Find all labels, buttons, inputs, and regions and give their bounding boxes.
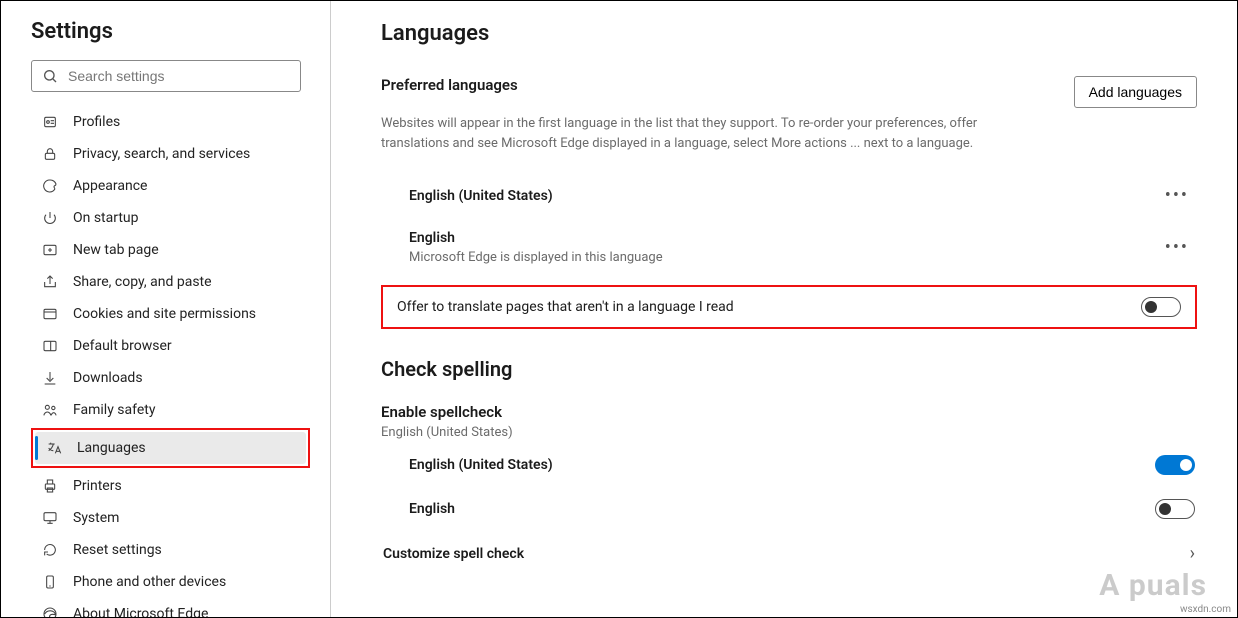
appearance-icon xyxy=(41,178,59,194)
nav-label: Printers xyxy=(73,478,122,494)
spellcheck-language-row: English xyxy=(381,487,1197,531)
watermark-text: wsxdn.com xyxy=(1180,604,1231,615)
spellcheck-language-name: English xyxy=(409,501,455,517)
settings-nav: Profiles Privacy, search, and services A… xyxy=(31,106,310,617)
nav-highlight-box: Languages xyxy=(31,428,310,468)
languages-icon xyxy=(45,440,63,456)
translate-highlight-box: Offer to translate pages that aren't in … xyxy=(381,285,1197,329)
spellcheck-toggle[interactable] xyxy=(1155,455,1195,475)
share-icon xyxy=(41,274,59,290)
nav-default-browser[interactable]: Default browser xyxy=(31,330,310,362)
translate-toggle-label: Offer to translate pages that aren't in … xyxy=(397,299,734,315)
nav-label: Languages xyxy=(77,440,146,456)
nav-languages[interactable]: Languages xyxy=(35,432,306,464)
settings-sidebar: Settings Profiles Privacy, search, and s… xyxy=(1,1,331,617)
nav-printers[interactable]: Printers xyxy=(31,470,310,502)
nav-label: New tab page xyxy=(73,242,159,258)
nav-label: Cookies and site permissions xyxy=(73,306,256,322)
nav-label: System xyxy=(73,510,119,526)
nav-cookies[interactable]: Cookies and site permissions xyxy=(31,298,310,330)
printer-icon xyxy=(41,478,59,494)
chevron-right-icon: › xyxy=(1190,543,1195,564)
enable-spellcheck-header: Enable spellcheck English (United States… xyxy=(381,403,1197,440)
edge-icon xyxy=(41,606,59,617)
language-subtext: Microsoft Edge is displayed in this lang… xyxy=(409,250,663,265)
language-row: English (United States) ••• xyxy=(381,171,1197,220)
nav-system[interactable]: System xyxy=(31,502,310,534)
spellcheck-language-name: English (United States) xyxy=(409,457,553,473)
enable-spellcheck-sub: English (United States) xyxy=(381,425,1197,440)
nav-label: Phone and other devices xyxy=(73,574,226,590)
browser-icon xyxy=(41,338,59,354)
search-input[interactable] xyxy=(68,68,290,84)
more-actions-icon[interactable]: ••• xyxy=(1157,181,1197,210)
language-name: English (United States) xyxy=(409,188,553,204)
download-icon xyxy=(41,370,59,386)
nav-label: Privacy, search, and services xyxy=(73,146,250,162)
preferred-languages-title: Preferred languages xyxy=(381,76,518,94)
phone-icon xyxy=(41,574,59,590)
nav-label: Share, copy, and paste xyxy=(73,274,212,290)
nav-about[interactable]: About Microsoft Edge xyxy=(31,598,310,617)
system-icon xyxy=(41,510,59,526)
customize-spell-check-row[interactable]: Customize spell check › xyxy=(381,531,1197,576)
nav-label: Reset settings xyxy=(73,542,162,558)
nav-profiles[interactable]: Profiles xyxy=(31,106,310,138)
nav-label: About Microsoft Edge xyxy=(73,606,208,617)
nav-startup[interactable]: On startup xyxy=(31,202,310,234)
add-languages-button[interactable]: Add languages xyxy=(1074,76,1197,108)
nav-label: Default browser xyxy=(73,338,172,354)
nav-share[interactable]: Share, copy, and paste xyxy=(31,266,310,298)
spellcheck-toggle[interactable] xyxy=(1155,499,1195,519)
nav-label: Appearance xyxy=(73,178,147,194)
nav-label: Family safety xyxy=(73,402,155,418)
customize-spell-check-label: Customize spell check xyxy=(383,546,524,562)
settings-main: Languages Preferred languages Add langua… xyxy=(331,1,1237,617)
family-icon xyxy=(41,402,59,418)
nav-family[interactable]: Family safety xyxy=(31,394,310,426)
preferred-languages-description: Websites will appear in the first langua… xyxy=(381,114,1041,153)
nav-privacy[interactable]: Privacy, search, and services xyxy=(31,138,310,170)
nav-label: On startup xyxy=(73,210,139,226)
search-input-wrap[interactable] xyxy=(31,60,301,92)
page-title: Languages xyxy=(381,21,1197,46)
search-icon xyxy=(42,68,58,84)
profiles-icon xyxy=(41,114,59,130)
nav-label: Profiles xyxy=(73,114,120,130)
nav-reset[interactable]: Reset settings xyxy=(31,534,310,566)
nav-downloads[interactable]: Downloads xyxy=(31,362,310,394)
settings-heading: Settings xyxy=(31,19,310,44)
newtab-icon xyxy=(41,242,59,258)
cookies-icon xyxy=(41,306,59,322)
language-name: English xyxy=(409,230,663,246)
lock-icon xyxy=(41,146,59,162)
power-icon xyxy=(41,210,59,226)
nav-newtab[interactable]: New tab page xyxy=(31,234,310,266)
nav-label: Downloads xyxy=(73,370,143,386)
more-actions-icon[interactable]: ••• xyxy=(1157,233,1197,262)
translate-toggle[interactable] xyxy=(1141,297,1181,317)
nav-appearance[interactable]: Appearance xyxy=(31,170,310,202)
nav-phone[interactable]: Phone and other devices xyxy=(31,566,310,598)
reset-icon xyxy=(41,542,59,558)
enable-spellcheck-title: Enable spellcheck xyxy=(381,403,1197,421)
check-spelling-heading: Check spelling xyxy=(381,357,1197,381)
spellcheck-language-row: English (United States) xyxy=(381,443,1197,487)
language-row: English Microsoft Edge is displayed in t… xyxy=(381,220,1197,275)
